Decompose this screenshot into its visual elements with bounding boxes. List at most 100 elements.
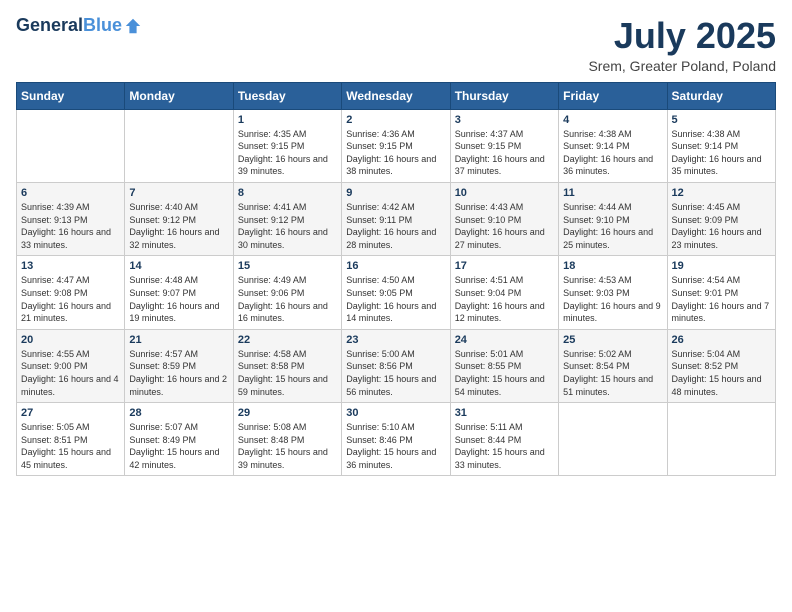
day-number: 3 — [455, 114, 554, 126]
calendar-cell — [559, 403, 667, 476]
day-info: Sunrise: 4:50 AM Sunset: 9:05 PM Dayligh… — [346, 274, 445, 324]
day-number: 13 — [21, 260, 120, 272]
calendar-header-sunday: Sunday — [17, 82, 125, 109]
day-info: Sunrise: 4:58 AM Sunset: 8:58 PM Dayligh… — [238, 348, 337, 398]
logo-icon — [124, 17, 142, 35]
day-number: 18 — [563, 260, 662, 272]
calendar-cell: 12 Sunrise: 4:45 AM Sunset: 9:09 PM Dayli… — [667, 182, 775, 255]
day-number: 2 — [346, 114, 445, 126]
day-number: 6 — [21, 187, 120, 199]
calendar-cell: 13 Sunrise: 4:47 AM Sunset: 9:08 PM Dayli… — [17, 256, 125, 329]
day-number: 17 — [455, 260, 554, 272]
logo-text: GeneralBlue — [16, 16, 122, 36]
calendar-cell — [17, 109, 125, 182]
month-year-title: July 2025 — [588, 16, 776, 56]
day-info: Sunrise: 4:54 AM Sunset: 9:01 PM Dayligh… — [672, 274, 771, 324]
day-info: Sunrise: 4:44 AM Sunset: 9:10 PM Dayligh… — [563, 201, 662, 251]
day-info: Sunrise: 5:04 AM Sunset: 8:52 PM Dayligh… — [672, 348, 771, 398]
day-info: Sunrise: 4:48 AM Sunset: 9:07 PM Dayligh… — [129, 274, 228, 324]
day-number: 21 — [129, 334, 228, 346]
day-info: Sunrise: 4:49 AM Sunset: 9:06 PM Dayligh… — [238, 274, 337, 324]
day-info: Sunrise: 4:43 AM Sunset: 9:10 PM Dayligh… — [455, 201, 554, 251]
day-info: Sunrise: 4:39 AM Sunset: 9:13 PM Dayligh… — [21, 201, 120, 251]
calendar-cell: 28 Sunrise: 5:07 AM Sunset: 8:49 PM Dayli… — [125, 403, 233, 476]
day-number: 31 — [455, 407, 554, 419]
day-info: Sunrise: 4:51 AM Sunset: 9:04 PM Dayligh… — [455, 274, 554, 324]
day-number: 22 — [238, 334, 337, 346]
day-info: Sunrise: 5:00 AM Sunset: 8:56 PM Dayligh… — [346, 348, 445, 398]
calendar-header-friday: Friday — [559, 82, 667, 109]
day-info: Sunrise: 4:35 AM Sunset: 9:15 PM Dayligh… — [238, 128, 337, 178]
calendar-cell: 27 Sunrise: 5:05 AM Sunset: 8:51 PM Dayli… — [17, 403, 125, 476]
day-number: 20 — [21, 334, 120, 346]
day-info: Sunrise: 5:11 AM Sunset: 8:44 PM Dayligh… — [455, 421, 554, 471]
day-number: 30 — [346, 407, 445, 419]
calendar-table: SundayMondayTuesdayWednesdayThursdayFrid… — [16, 82, 776, 477]
day-info: Sunrise: 5:01 AM Sunset: 8:55 PM Dayligh… — [455, 348, 554, 398]
calendar-week-row: 27 Sunrise: 5:05 AM Sunset: 8:51 PM Dayli… — [17, 403, 776, 476]
day-info: Sunrise: 5:05 AM Sunset: 8:51 PM Dayligh… — [21, 421, 120, 471]
day-number: 24 — [455, 334, 554, 346]
calendar-header-monday: Monday — [125, 82, 233, 109]
day-info: Sunrise: 5:10 AM Sunset: 8:46 PM Dayligh… — [346, 421, 445, 471]
day-number: 15 — [238, 260, 337, 272]
day-info: Sunrise: 5:07 AM Sunset: 8:49 PM Dayligh… — [129, 421, 228, 471]
calendar-cell: 23 Sunrise: 5:00 AM Sunset: 8:56 PM Dayli… — [342, 329, 450, 402]
calendar-cell: 30 Sunrise: 5:10 AM Sunset: 8:46 PM Dayli… — [342, 403, 450, 476]
calendar-cell — [125, 109, 233, 182]
day-number: 11 — [563, 187, 662, 199]
day-info: Sunrise: 4:53 AM Sunset: 9:03 PM Dayligh… — [563, 274, 662, 324]
day-number: 25 — [563, 334, 662, 346]
day-number: 26 — [672, 334, 771, 346]
calendar-cell: 14 Sunrise: 4:48 AM Sunset: 9:07 PM Dayli… — [125, 256, 233, 329]
calendar-week-row: 13 Sunrise: 4:47 AM Sunset: 9:08 PM Dayli… — [17, 256, 776, 329]
day-info: Sunrise: 4:42 AM Sunset: 9:11 PM Dayligh… — [346, 201, 445, 251]
day-info: Sunrise: 4:38 AM Sunset: 9:14 PM Dayligh… — [563, 128, 662, 178]
day-info: Sunrise: 4:40 AM Sunset: 9:12 PM Dayligh… — [129, 201, 228, 251]
calendar-cell: 20 Sunrise: 4:55 AM Sunset: 9:00 PM Dayli… — [17, 329, 125, 402]
day-number: 28 — [129, 407, 228, 419]
calendar-header-tuesday: Tuesday — [233, 82, 341, 109]
calendar-cell: 15 Sunrise: 4:49 AM Sunset: 9:06 PM Dayli… — [233, 256, 341, 329]
title-section: July 2025 Srem, Greater Poland, Poland — [588, 16, 776, 74]
calendar-cell: 6 Sunrise: 4:39 AM Sunset: 9:13 PM Daylig… — [17, 182, 125, 255]
calendar-cell: 21 Sunrise: 4:57 AM Sunset: 8:59 PM Dayli… — [125, 329, 233, 402]
day-info: Sunrise: 4:47 AM Sunset: 9:08 PM Dayligh… — [21, 274, 120, 324]
day-info: Sunrise: 4:55 AM Sunset: 9:00 PM Dayligh… — [21, 348, 120, 398]
calendar-week-row: 20 Sunrise: 4:55 AM Sunset: 9:00 PM Dayli… — [17, 329, 776, 402]
calendar-cell: 7 Sunrise: 4:40 AM Sunset: 9:12 PM Daylig… — [125, 182, 233, 255]
calendar-cell: 3Sunrise: 4:37 AM Sunset: 9:15 PM Daylig… — [450, 109, 558, 182]
day-number: 23 — [346, 334, 445, 346]
calendar-cell: 16 Sunrise: 4:50 AM Sunset: 9:05 PM Dayli… — [342, 256, 450, 329]
calendar-header-row: SundayMondayTuesdayWednesdayThursdayFrid… — [17, 82, 776, 109]
calendar-cell: 25 Sunrise: 5:02 AM Sunset: 8:54 PM Dayli… — [559, 329, 667, 402]
calendar-cell: 29 Sunrise: 5:08 AM Sunset: 8:48 PM Dayli… — [233, 403, 341, 476]
day-info: Sunrise: 4:41 AM Sunset: 9:12 PM Dayligh… — [238, 201, 337, 251]
day-number: 7 — [129, 187, 228, 199]
day-info: Sunrise: 4:45 AM Sunset: 9:09 PM Dayligh… — [672, 201, 771, 251]
day-number: 27 — [21, 407, 120, 419]
day-number: 16 — [346, 260, 445, 272]
day-number: 4 — [563, 114, 662, 126]
day-info: Sunrise: 5:02 AM Sunset: 8:54 PM Dayligh… — [563, 348, 662, 398]
calendar-cell: 18 Sunrise: 4:53 AM Sunset: 9:03 PM Dayli… — [559, 256, 667, 329]
calendar-cell: 11 Sunrise: 4:44 AM Sunset: 9:10 PM Dayli… — [559, 182, 667, 255]
calendar-week-row: 1 Sunrise: 4:35 AM Sunset: 9:15 PM Daylig… — [17, 109, 776, 182]
calendar-cell: 17 Sunrise: 4:51 AM Sunset: 9:04 PM Dayli… — [450, 256, 558, 329]
calendar-cell: 19 Sunrise: 4:54 AM Sunset: 9:01 PM Dayli… — [667, 256, 775, 329]
day-number: 1 — [238, 114, 337, 126]
calendar-cell: 9Sunrise: 4:42 AM Sunset: 9:11 PM Daylig… — [342, 182, 450, 255]
calendar-week-row: 6 Sunrise: 4:39 AM Sunset: 9:13 PM Daylig… — [17, 182, 776, 255]
calendar-cell: 8Sunrise: 4:41 AM Sunset: 9:12 PM Daylig… — [233, 182, 341, 255]
day-info: Sunrise: 4:36 AM Sunset: 9:15 PM Dayligh… — [346, 128, 445, 178]
day-number: 10 — [455, 187, 554, 199]
calendar-header-saturday: Saturday — [667, 82, 775, 109]
calendar-cell: 22 Sunrise: 4:58 AM Sunset: 8:58 PM Dayli… — [233, 329, 341, 402]
day-number: 29 — [238, 407, 337, 419]
day-number: 14 — [129, 260, 228, 272]
day-info: Sunrise: 4:57 AM Sunset: 8:59 PM Dayligh… — [129, 348, 228, 398]
calendar-cell: 5Sunrise: 4:38 AM Sunset: 9:14 PM Daylig… — [667, 109, 775, 182]
day-number: 12 — [672, 187, 771, 199]
day-info: Sunrise: 5:08 AM Sunset: 8:48 PM Dayligh… — [238, 421, 337, 471]
day-number: 19 — [672, 260, 771, 272]
